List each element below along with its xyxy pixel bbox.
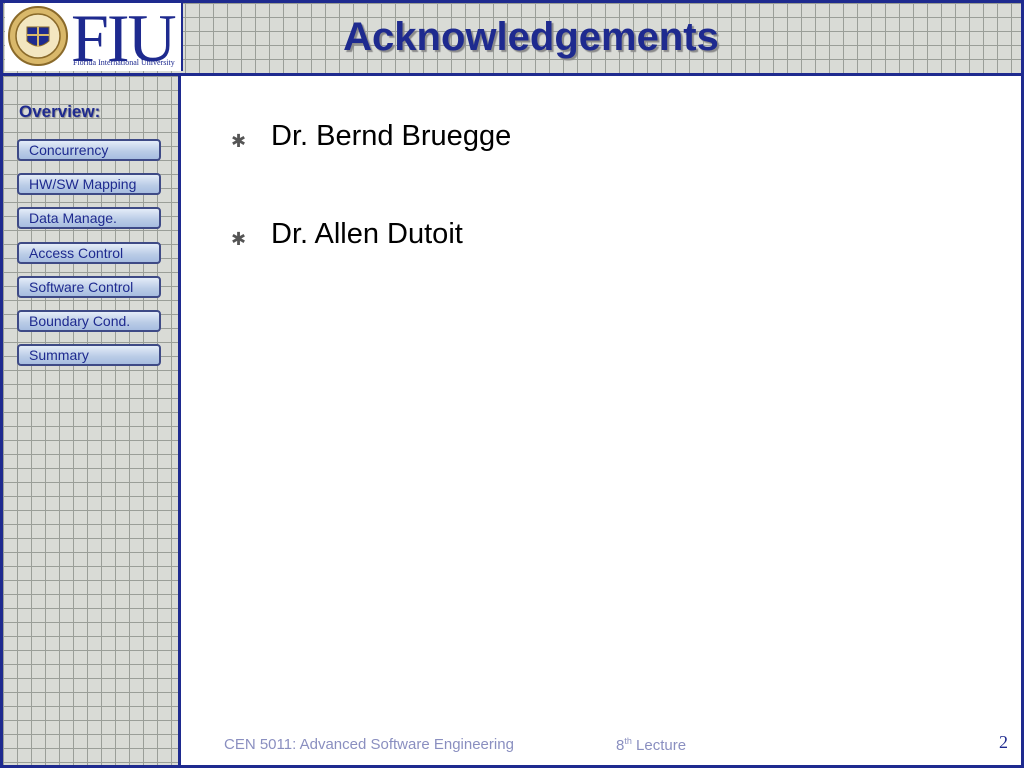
asterisk-bullet-icon: ✱ xyxy=(231,229,247,249)
bullet-item: Dr. Bernd Bruegge xyxy=(271,120,512,152)
university-seal-icon xyxy=(8,6,68,66)
lecture-ordinal: th xyxy=(624,736,632,746)
nav-button-summary[interactable]: Summary xyxy=(17,344,161,366)
nav-button-hw-sw-mapping[interactable]: HW/SW Mapping xyxy=(17,173,161,195)
sidebar: Overview: Concurrency HW/SW Mapping Data… xyxy=(3,76,181,765)
lecture-label: Lecture xyxy=(636,737,687,754)
nav-button-boundary-cond[interactable]: Boundary Cond. xyxy=(17,310,161,332)
logo-subtext: Florida International University xyxy=(73,58,175,67)
page-number: 2 xyxy=(999,732,1008,752)
fiu-logo: FIU Florida International University xyxy=(5,3,183,76)
bullet-item: Dr. Allen Dutoit xyxy=(271,218,463,250)
slide-title: Acknowledgements xyxy=(343,15,719,59)
nav-button-access-control[interactable]: Access Control xyxy=(17,242,161,264)
nav-button-software-control[interactable]: Software Control xyxy=(17,276,161,298)
footer-lecture: 8th Lecture xyxy=(616,736,686,754)
overview-heading: Overview: xyxy=(19,102,101,121)
nav-button-data-manage[interactable]: Data Manage. xyxy=(17,207,161,229)
asterisk-bullet-icon: ✱ xyxy=(231,131,247,151)
footer-course: CEN 5011: Advanced Software Engineering xyxy=(224,736,514,753)
nav-button-concurrency[interactable]: Concurrency xyxy=(17,139,161,161)
slide: FIU Florida International University Ack… xyxy=(3,3,1021,765)
slide-header: FIU Florida International University Ack… xyxy=(3,3,1021,76)
